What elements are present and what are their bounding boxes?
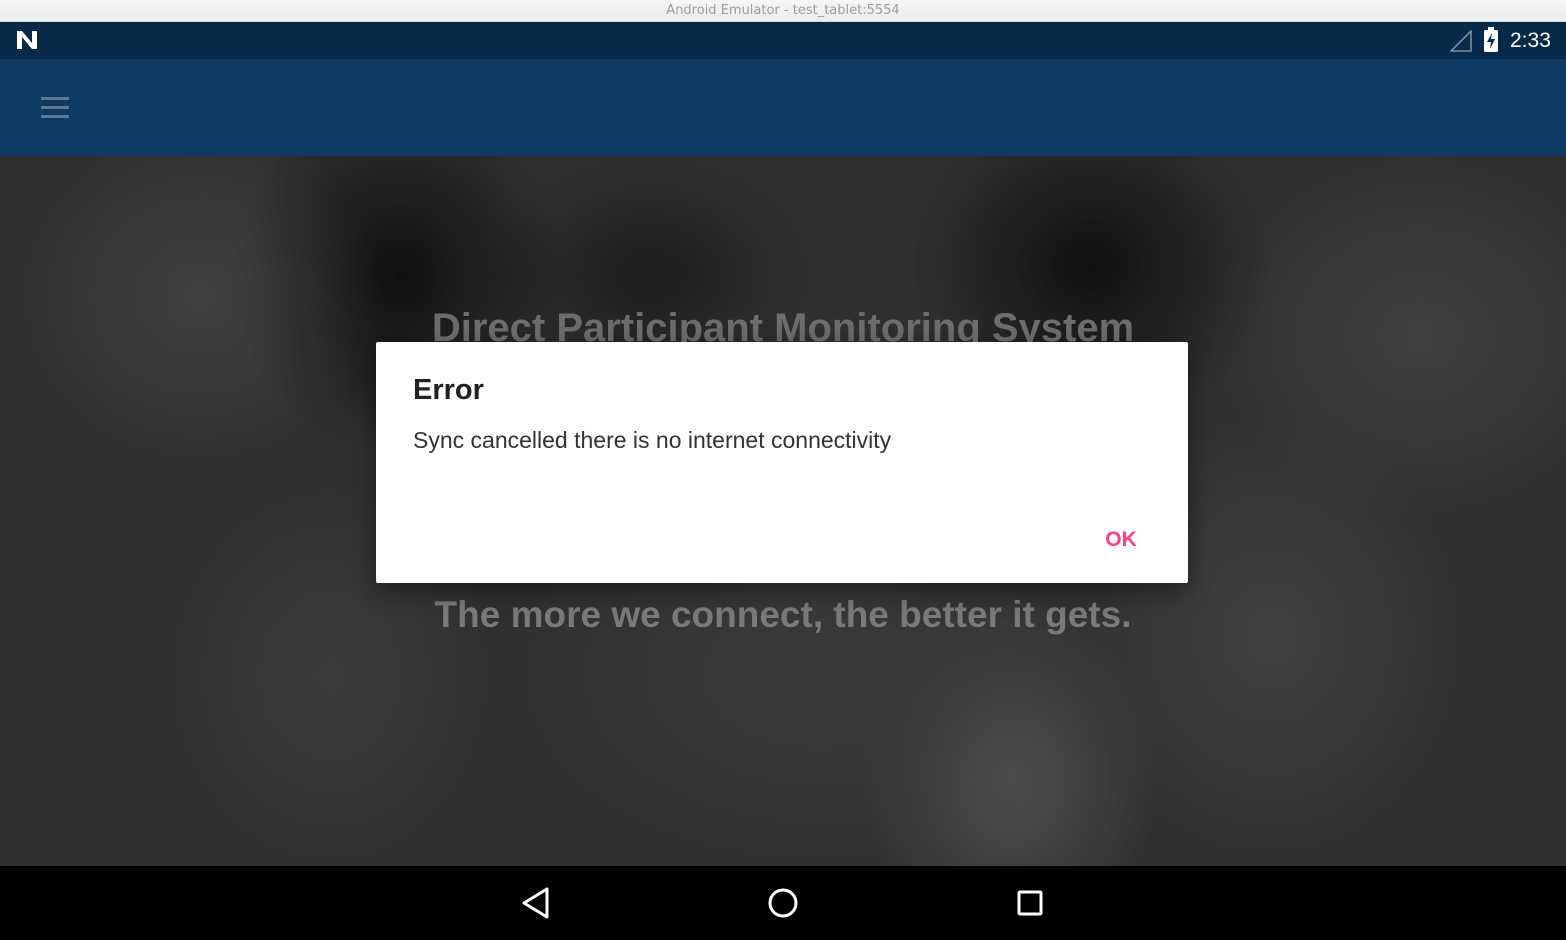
app-bar [0,59,1566,156]
hamburger-menu-icon[interactable] [28,85,82,131]
emulator-window: Android Emulator - test_tablet:5554 2:33… [0,0,1566,940]
navigation-bar [0,866,1566,940]
status-bar: 2:33 [0,22,1566,59]
back-triangle-icon[interactable] [513,880,559,926]
signal-icon [1450,30,1472,52]
recents-square-icon[interactable] [1007,880,1053,926]
dialog-title: Error [413,374,484,406]
hero-tagline: The more we connect, the better it gets. [434,594,1132,635]
error-dialog: Error Sync cancelled there is no interne… [376,342,1188,583]
window-titlebar: Android Emulator - test_tablet:5554 [0,0,1566,22]
window-title: Android Emulator - test_tablet:5554 [666,3,900,18]
status-time: 2:33 [1510,29,1551,52]
nougat-n-icon [17,31,37,49]
dialog-message: Sync cancelled there is no internet conn… [413,427,892,453]
home-circle-icon[interactable] [760,880,806,926]
ok-button[interactable]: OK [1088,518,1154,562]
battery-charging-icon [1484,27,1498,52]
